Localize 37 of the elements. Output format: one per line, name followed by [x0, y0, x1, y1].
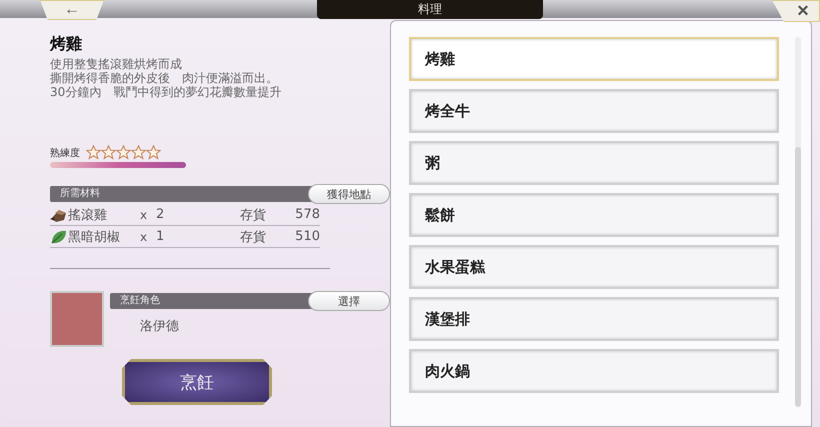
recipe-item[interactable]: 水果蛋糕 [409, 245, 779, 289]
star-icon [101, 145, 116, 160]
description-line: 30分鐘內 戰鬥中得到的夢幻花瓣數量提升 [50, 85, 282, 99]
material-quantity: 2 [156, 207, 166, 222]
select-button[interactable]: 選擇 [308, 291, 390, 311]
cook-button[interactable]: 烹飪 [122, 359, 272, 405]
stock-label: 存貨 [240, 206, 267, 224]
star-icon [86, 145, 101, 160]
star-icon [116, 145, 131, 160]
character-portrait [50, 291, 104, 347]
star-icon [146, 145, 161, 160]
recipe-item[interactable]: 烤雞 [409, 37, 779, 81]
source-button[interactable]: 獲得地點 [308, 184, 390, 204]
material-quantity: 1 [156, 229, 166, 244]
description-line: 使用整隻搖滾雞烘烤而成 [50, 57, 183, 71]
material-name: 黑暗胡椒 [68, 228, 121, 246]
recipe-item[interactable]: 肉火鍋 [409, 349, 779, 393]
multiply-sign: x [140, 208, 148, 222]
stock-count: 578 [294, 207, 320, 222]
back-button[interactable]: ← [40, 0, 104, 20]
star-icon [131, 145, 146, 160]
recipe-item[interactable]: 漢堡排 [409, 297, 779, 341]
dish-name: 烤雞 [50, 34, 83, 55]
recipe-item[interactable]: 烤全牛 [409, 89, 779, 133]
scrollbar-thumb[interactable] [795, 147, 801, 407]
proficiency-label: 熟練度 [50, 146, 80, 160]
stock-label: 存貨 [240, 228, 267, 246]
material-name: 搖滾雞 [68, 206, 108, 224]
multiply-sign: x [140, 230, 148, 244]
recipe-item[interactable]: 鬆餅 [409, 193, 779, 237]
screen-title: 料理 [317, 0, 543, 19]
character-name: 洛伊德 [140, 318, 180, 335]
description-line: 撕開烤得香脆的外皮後 肉汁便滿溢而出。 [50, 71, 279, 85]
stock-count: 510 [294, 229, 320, 244]
leaf-icon [50, 228, 68, 244]
close-button[interactable]: × [772, 0, 820, 22]
recipe-item[interactable]: 粥 [409, 141, 779, 185]
